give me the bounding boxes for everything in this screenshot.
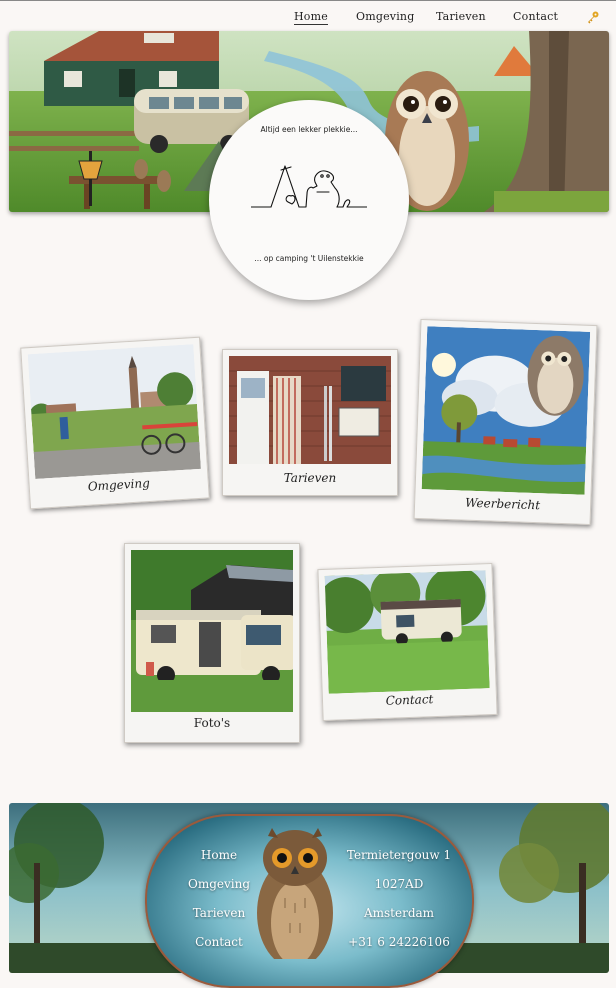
card-caption: Foto's [193,716,231,730]
card-tarieven[interactable]: Tarieven [222,349,398,496]
nav-omgeving[interactable]: Omgeving [356,10,414,23]
card-weerbericht[interactable]: Weerbericht [413,318,598,526]
footer-nav-home[interactable]: Home [179,848,259,862]
card-fotos[interactable]: Foto's [124,543,300,743]
hero-logo-badge: Altijd een lekker plekkie... ... op camp… [209,100,409,300]
footer-phone[interactable]: +31 6 24226106 [344,935,454,949]
top-border [0,0,616,1]
tagline-top: Altijd een lekker plekkie... [260,125,358,134]
footer-address-city: Amsterdam [363,906,435,920]
footer-nav-omgeving[interactable]: Omgeving [179,877,259,891]
fotos-photo [131,550,293,712]
footer-nav-tarieven[interactable]: Tarieven [179,906,259,920]
footer-address-postcode: 1027AD [374,877,424,891]
owl-image [257,828,333,959]
footer-address-street: Termietergouw 1 [346,848,452,862]
camping-logo [251,165,367,208]
key-icon[interactable] [586,10,600,24]
nav-contact[interactable]: Contact [513,10,558,23]
card-contact[interactable]: Contact [317,562,498,722]
main-nav: Home Omgeving Tarieven Contact [0,8,616,28]
tagline-bottom: ... op camping 't Uilenstekkie [254,254,364,263]
nav-tarieven[interactable]: Tarieven [436,10,486,23]
weerbericht-photo [421,326,591,495]
card-caption: Weerbericht [464,495,541,513]
tarieven-photo [229,356,391,464]
card-caption: Tarieven [283,471,337,485]
contact-photo [324,570,490,694]
footer-nav-contact[interactable]: Contact [179,935,259,949]
nav-home[interactable]: Home [294,10,328,25]
omgeving-photo [27,344,201,479]
card-omgeving[interactable]: Omgeving [20,336,210,510]
